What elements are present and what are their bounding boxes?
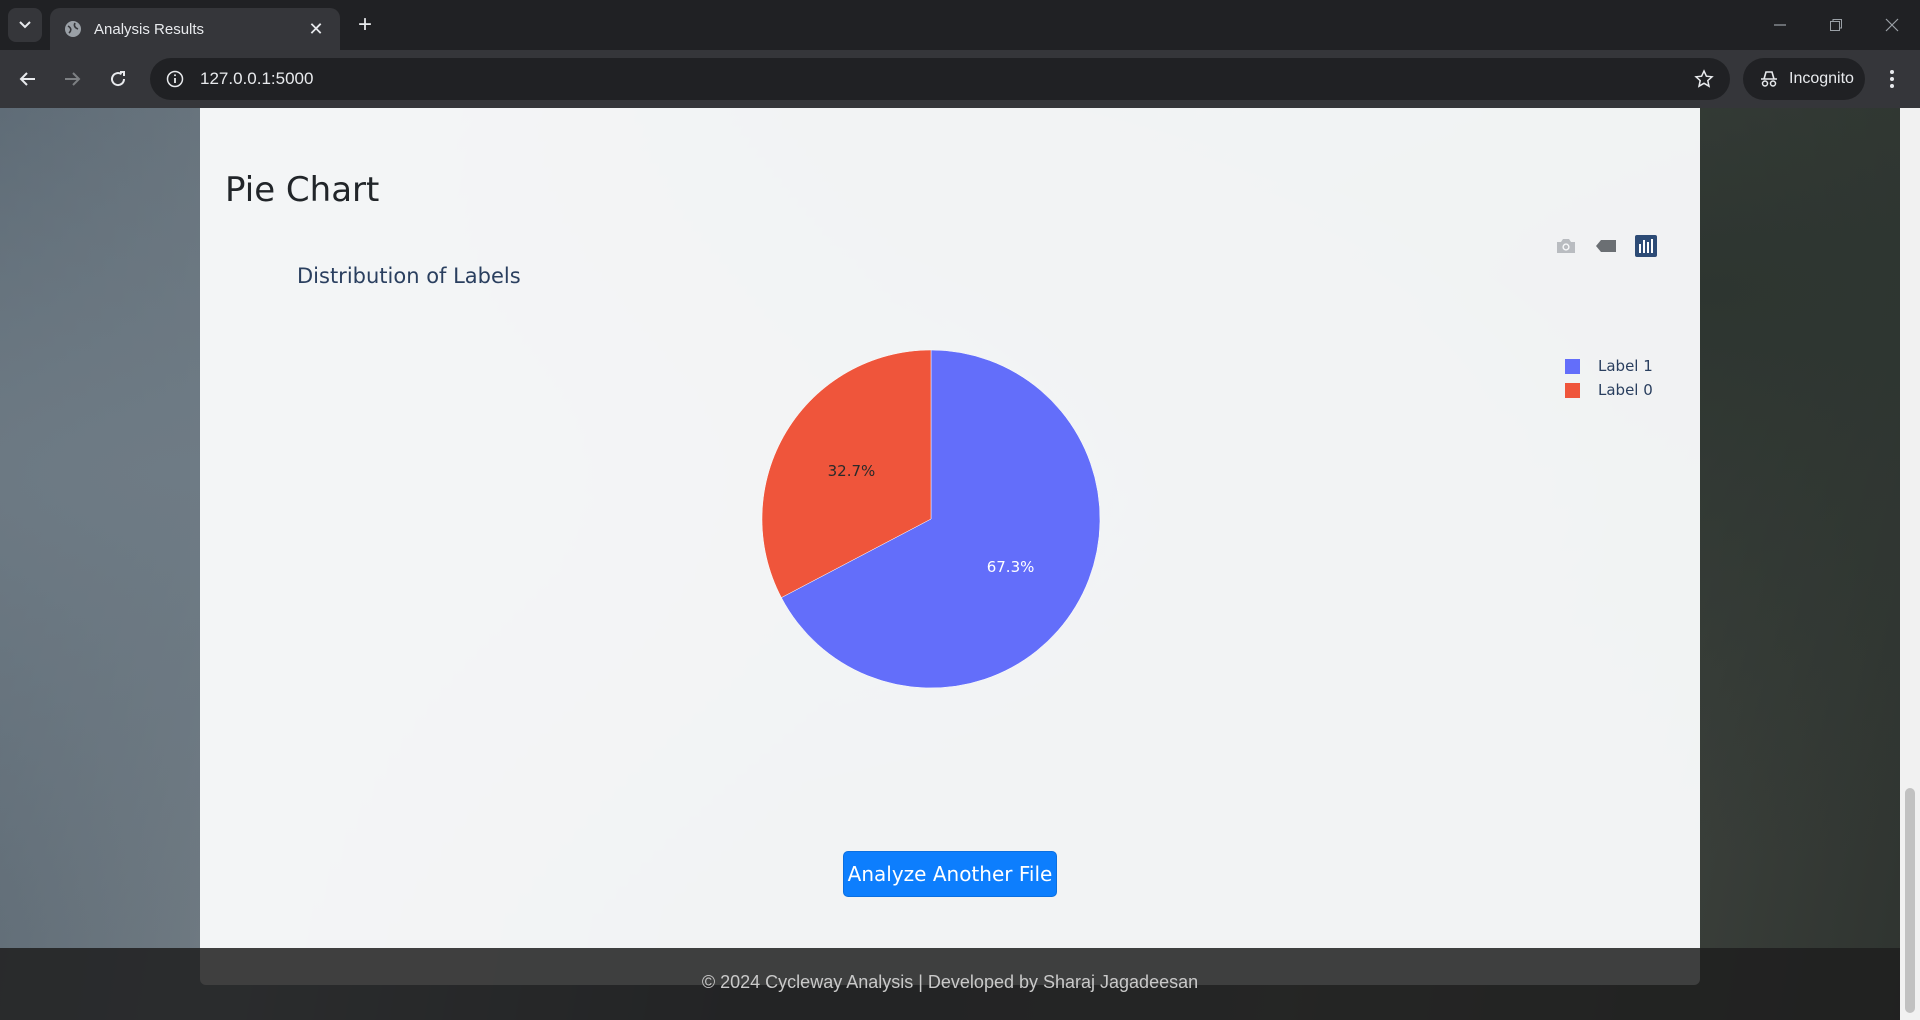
arrow-right-icon (65, 72, 81, 86)
back-button[interactable] (12, 63, 44, 95)
camera-icon[interactable] (1552, 234, 1580, 258)
tab-search-button[interactable] (8, 8, 42, 42)
legend-item[interactable]: Label 0 (1565, 378, 1653, 402)
reload-icon (111, 71, 126, 87)
url-text: 127.0.0.1:5000 (200, 69, 314, 88)
kebab-menu-icon (1890, 70, 1894, 88)
pie-slice-label: 67.3% (987, 558, 1035, 576)
page-viewport: Pie Chart Distribution of Labels 67.3% 32… (0, 108, 1900, 1020)
close-window-button[interactable] (1864, 0, 1920, 50)
forward-button[interactable] (56, 63, 88, 95)
globe-icon (65, 21, 81, 37)
legend-label: Label 0 (1598, 381, 1653, 399)
info-icon[interactable] (166, 70, 184, 88)
restore-button[interactable] (1808, 0, 1864, 50)
tag-icon[interactable] (1592, 234, 1620, 258)
window-controls (1752, 0, 1920, 50)
scrollbar-thumb[interactable] (1905, 788, 1915, 1013)
address-bar[interactable]: 127.0.0.1:5000 (150, 58, 1730, 100)
legend-label: Label 1 (1598, 357, 1653, 375)
legend-swatch (1565, 358, 1580, 374)
results-card: Pie Chart Distribution of Labels 67.3% 32… (200, 108, 1700, 985)
legend-item[interactable]: Label 1 (1565, 354, 1653, 378)
analyze-another-file-button[interactable]: Analyze Another File (843, 851, 1057, 897)
incognito-icon (1761, 71, 1777, 87)
arrow-left-icon (19, 72, 35, 86)
star-icon[interactable] (1694, 69, 1714, 89)
browser-tab-bar: Analysis Results ✕ + (0, 0, 1920, 50)
incognito-indicator[interactable]: Incognito (1743, 58, 1865, 100)
minimize-button[interactable] (1752, 0, 1808, 50)
chart-title: Distribution of Labels (297, 264, 521, 288)
legend-swatch (1565, 382, 1580, 398)
pie-chart: 67.3% 32.7% (761, 349, 1101, 689)
minimize-icon (1774, 24, 1786, 26)
page-scrollbar[interactable] (1900, 108, 1920, 1020)
tab-close-icon[interactable]: ✕ (306, 19, 326, 40)
chevron-down-icon (19, 21, 31, 29)
close-icon (1885, 18, 1899, 32)
chart-legend: Label 1 Label 0 (1565, 354, 1653, 402)
chart-modebar (1552, 234, 1660, 258)
footer: © 2024 Cycleway Analysis | Developed by … (0, 948, 1900, 1020)
page-title: Pie Chart (225, 170, 380, 210)
pie-slice-label: 32.7% (828, 462, 876, 480)
incognito-label: Incognito (1789, 70, 1854, 87)
plotly-logo-icon[interactable] (1632, 234, 1660, 258)
browser-menu-button[interactable] (1876, 63, 1908, 95)
restore-icon (1830, 19, 1842, 31)
browser-toolbar: 127.0.0.1:5000 Incognito (0, 50, 1920, 108)
reload-button[interactable] (102, 63, 134, 95)
tab-title: Analysis Results (94, 20, 205, 38)
new-tab-button[interactable]: + (352, 12, 378, 38)
footer-text: © 2024 Cycleway Analysis | Developed by … (701, 972, 1199, 992)
browser-tab[interactable]: Analysis Results ✕ (50, 8, 340, 50)
